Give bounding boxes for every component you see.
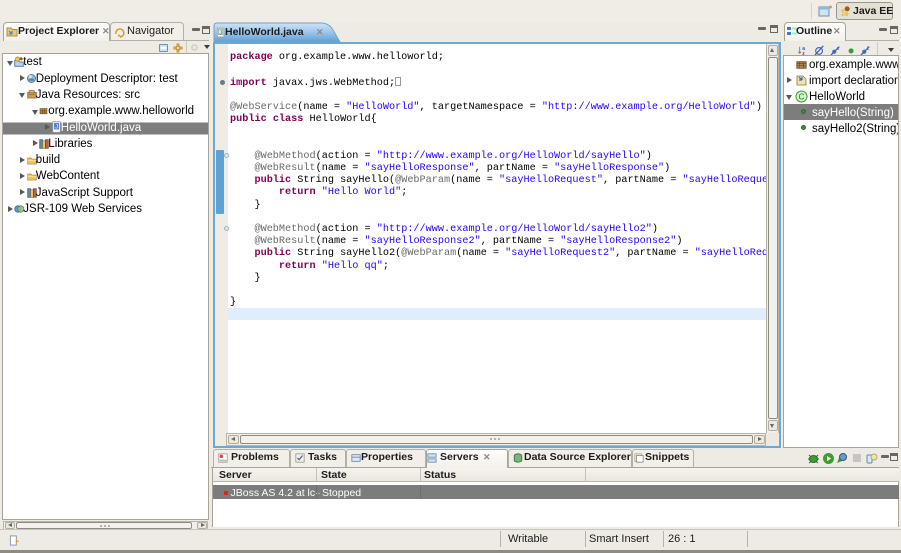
- svg-text:C: C: [799, 92, 805, 101]
- svg-text:L: L: [867, 46, 870, 52]
- svg-text:J: J: [219, 30, 222, 36]
- svg-text:J: J: [54, 124, 57, 131]
